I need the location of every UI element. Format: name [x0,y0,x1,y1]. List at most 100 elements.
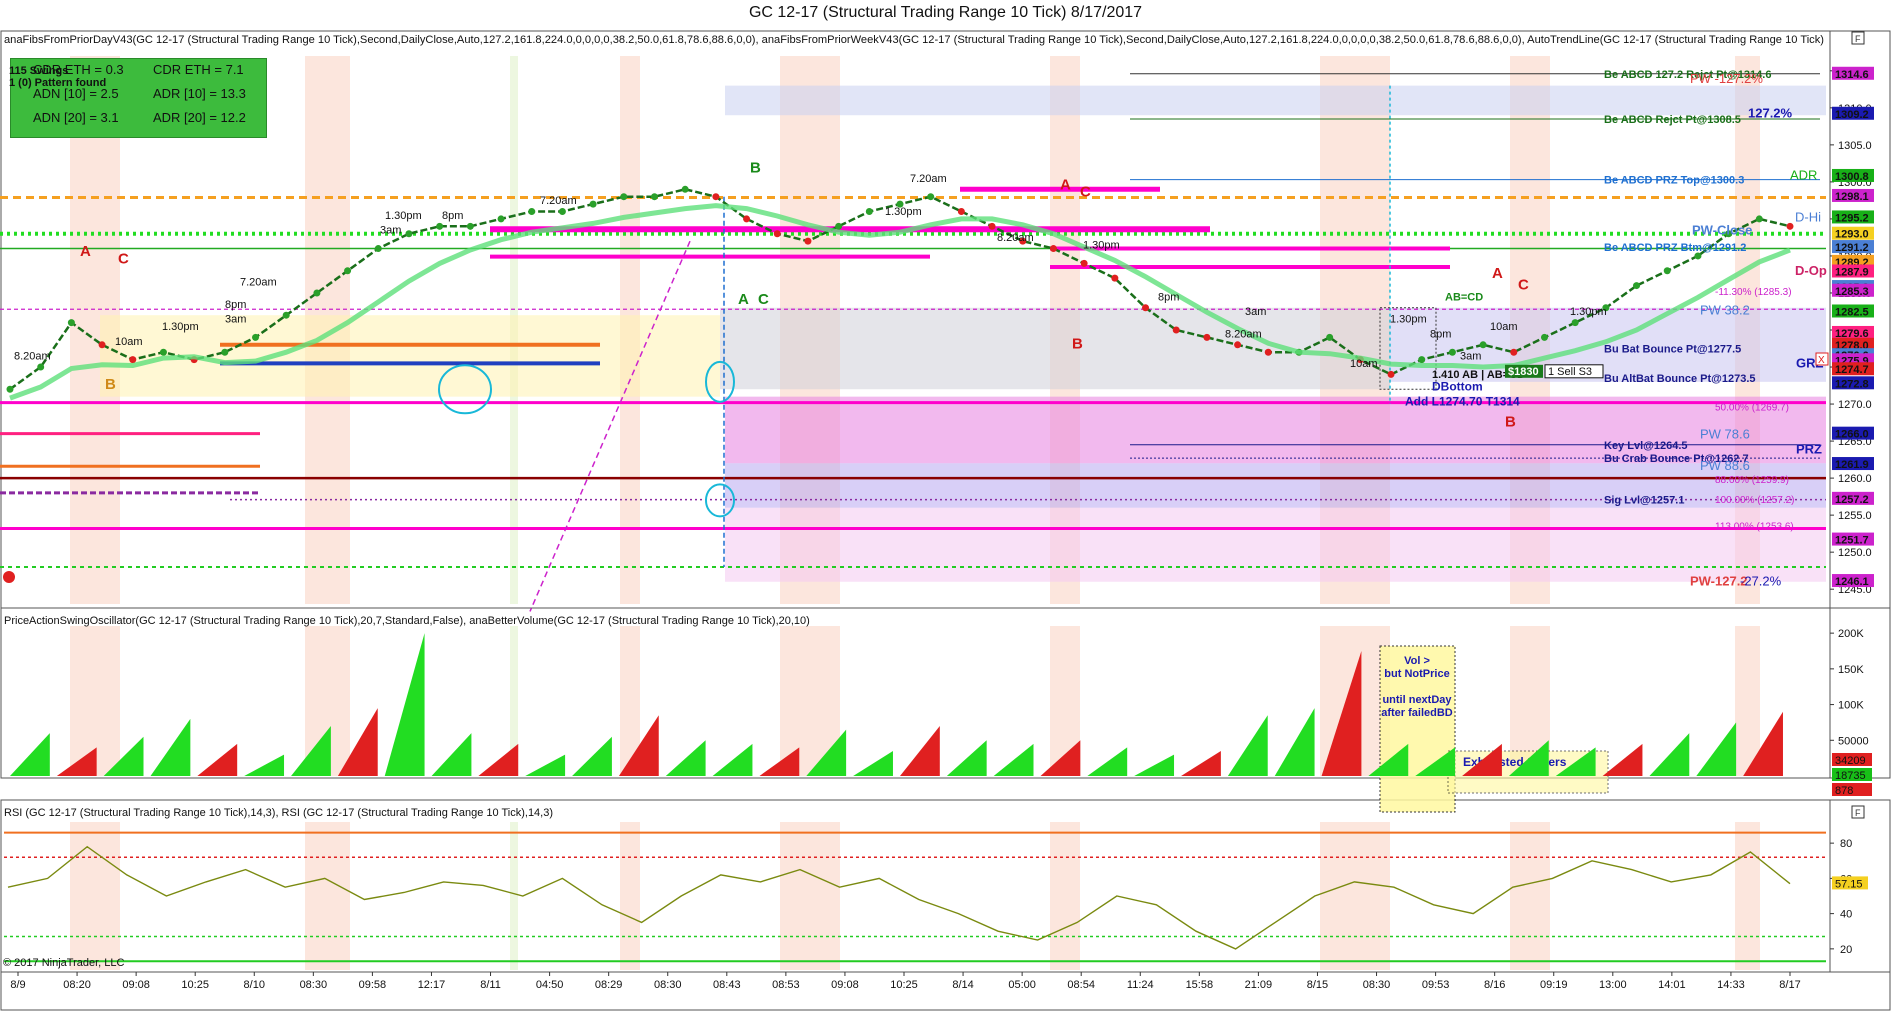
time-tick-label: 09:53 [1422,979,1450,991]
price-tick-label: 1250.0 [1838,547,1872,559]
time-label: 10am [115,336,143,348]
right-label: D-Hi [1795,210,1821,225]
copyright: © 2017 NinjaTrader, LLC [3,957,124,969]
pattern-letter: A [80,243,91,260]
time-tick-label: 04:50 [536,979,564,991]
price-tag-label: 1274.7 [1835,364,1869,376]
price-point [1080,259,1088,267]
time-tick-label: 21:09 [1245,979,1273,991]
price-point [712,193,720,201]
time-tick-label: 09:19 [1540,979,1568,991]
session-band [780,822,840,970]
time-tick-label: 11:24 [1127,979,1154,991]
price-point [405,230,413,238]
volume-tick-label: 150K [1838,664,1864,676]
price-point [1111,274,1119,282]
price-point [37,363,45,371]
time-tick-label: 8/11 [480,979,501,991]
volume-readout-label: 34209 [1835,755,1866,767]
time-label: 3am [1245,306,1266,318]
panel-button-rsi[interactable]: F [1851,31,1865,45]
price-point [1755,215,1763,223]
session-band [305,822,350,970]
rsi-tick-label: 20 [1840,944,1852,956]
panel-button-label: F [1855,808,1861,818]
price-point [528,208,536,216]
right-label: PW 78.6 [1700,427,1750,442]
time-label: 10am [1350,358,1378,370]
time-label: 1.30pm [385,210,422,222]
time-tick-label: 14:33 [1717,979,1745,991]
time-tick-label: 8/10 [244,979,265,991]
time-label: 8.20am [997,232,1034,244]
price-point [1571,319,1579,327]
price-point [927,193,935,201]
session-band [1050,822,1080,970]
time-label: 8.20am [14,351,51,363]
price-tag-label: 1261.9 [1835,459,1869,471]
time-tick-label: 8/17 [1779,979,1800,991]
price-point [282,311,290,319]
price-tag-label: 1295.2 [1835,212,1869,224]
session-band [1735,626,1760,776]
alert-icon[interactable] [3,571,15,583]
price-point [6,385,14,393]
price-point [1172,326,1180,334]
price-point [681,185,689,193]
session-band [1320,822,1390,970]
volume-readout-label: 18735 [1835,770,1866,782]
price-tag-label: 1300.8 [1835,171,1869,183]
right-label: PW-Close [1692,222,1752,237]
price-tag-label: 1314.6 [1835,69,1869,81]
time-label: 1.30pm [162,321,199,333]
time-tick-label: 8/14 [952,979,973,991]
panel-button-label: F [1855,34,1861,44]
session-band [1735,822,1760,970]
time-tick-label: 8/15 [1307,979,1328,991]
volume-tick-label: 200K [1838,628,1864,640]
time-label: 1.30pm [1570,306,1607,318]
price-point [466,222,474,230]
price-point [743,215,751,223]
time-label: 1.30pm [1390,314,1427,326]
time-tick-label: 8/16 [1484,979,1505,991]
time-label: 1.30pm [1083,240,1120,252]
volume-readouts: 34209 18735 878 [1832,753,1872,797]
panel-button-volume[interactable]: F [1851,805,1865,819]
time-tick-label: 09:58 [359,979,387,991]
price-point [1326,333,1334,341]
price-tag-label: 1272.8 [1835,378,1869,390]
right-label: PW -127.2% [1690,71,1763,86]
time-label: 7.20am [910,173,947,185]
time-tick-label: 15:58 [1186,979,1214,991]
time-label: 8pm [225,299,246,311]
rsi-readout-label: 57.15 [1835,878,1863,890]
adn-10: ADN [10] = 2.5 [33,86,119,101]
volume-readout-label: 878 [1835,785,1853,797]
level-label: Bu Bat Bounce Pt@1277.5 [1604,344,1741,356]
level-label: Bu AltBat Bounce Pt@1273.5 [1604,373,1756,385]
time-tick-label: 08:54 [1067,979,1095,991]
price-point [1264,348,1272,356]
time-label: 8.20am [1225,328,1262,340]
fib-label: 50.00% (1269.7) [1715,402,1789,413]
time-label: 1.30pm [885,206,922,218]
svg-text:X: X [1818,355,1825,366]
right-label: PRZ [1796,441,1822,456]
chart-canvas[interactable]: Be ABCD 127.2 Rejct Pt@1314.6Be ABCD Rej… [0,26,1891,1014]
session-band [620,822,640,970]
time-label: 7.20am [240,277,277,289]
close-marker-icon[interactable]: X [1815,352,1829,366]
price-tick-label: 1270.0 [1838,399,1872,411]
price-point [773,230,781,238]
abcd-label: AB=CD [1445,291,1483,303]
time-tick-label: 08:30 [300,979,328,991]
price-point [589,200,597,208]
price-point [1633,282,1641,290]
cdr-eth-b: CDR ETH = 7.1 [153,62,244,77]
fib-label: -11.30% (1285.3) [1715,287,1792,298]
price-point [313,289,321,297]
session-band [1510,822,1550,970]
price-tick-label: 1305.0 [1838,140,1872,152]
price-point [650,193,658,201]
